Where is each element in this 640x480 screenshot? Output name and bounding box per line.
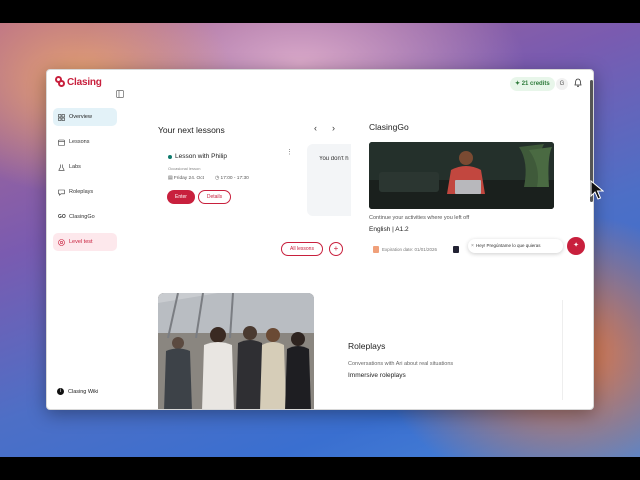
clasinggo-level: English | A1.2 bbox=[369, 226, 409, 233]
lesson-date-text: Friday 24. Oct bbox=[173, 176, 204, 181]
status-dot-icon bbox=[168, 154, 172, 159]
clasinggo-title: ClasingGo bbox=[369, 122, 409, 132]
app-logo[interactable]: Clasing bbox=[55, 76, 102, 88]
sidebar-item-label: ClasingGo bbox=[69, 214, 95, 220]
roleplays-image bbox=[158, 293, 314, 409]
sparkle-icon: ✦ bbox=[573, 242, 579, 249]
chat-launcher-button[interactable]: ✦ bbox=[567, 237, 585, 255]
info-icon: i bbox=[57, 388, 64, 395]
sidebar-item-label: Roleplays bbox=[69, 189, 94, 195]
sidebar-item-labs[interactable]: Labs bbox=[53, 158, 117, 176]
empty-lesson-text: You don't h bbox=[319, 156, 349, 162]
clasinggo-expiration: Expiration date: 01/01/2026 bbox=[373, 246, 437, 253]
sidebar-item-label: Labs bbox=[69, 164, 81, 170]
sidebar-item-label: Level test bbox=[69, 239, 93, 245]
logo-text: Clasing bbox=[67, 76, 102, 88]
calendar-icon bbox=[58, 139, 65, 146]
expiration-text: Expiration date: 01/01/2026 bbox=[382, 247, 438, 252]
chat-icon bbox=[58, 189, 65, 196]
sidebar-item-label: Overview bbox=[69, 114, 92, 120]
clasinggo-illustration bbox=[369, 142, 554, 209]
sidebar-item-label: Lessons bbox=[69, 139, 90, 145]
lesson-type: Occasional lesson bbox=[168, 166, 201, 171]
target-icon bbox=[58, 238, 65, 246]
next-lessons-title: Your next lessons bbox=[158, 125, 225, 135]
more-options-icon[interactable]: ⋮ bbox=[286, 148, 293, 156]
clasinggo-thumbnail[interactable] bbox=[369, 142, 554, 209]
sidebar: Overview Lessons Labs Roleplays GO Clasi… bbox=[53, 108, 117, 258]
letterbox-bottom bbox=[0, 457, 640, 480]
roleplays-title: Roleplays bbox=[348, 341, 386, 351]
prev-arrow-icon[interactable]: ‹ bbox=[314, 123, 317, 133]
credits-badge[interactable]: ✦ 21 credits bbox=[510, 77, 555, 91]
details-button[interactable]: Details bbox=[198, 190, 231, 204]
add-lesson-button[interactable]: + bbox=[329, 242, 343, 256]
lesson-date: ▤ Friday 24. Oct bbox=[168, 176, 204, 181]
sidebar-item-level-test[interactable]: Level test bbox=[53, 233, 117, 251]
chat-message: Hey! Pregúntame lo que quieras bbox=[476, 243, 541, 248]
book-dark-icon bbox=[453, 246, 459, 253]
mouse-cursor-icon bbox=[590, 180, 604, 200]
next-arrow-icon[interactable]: › bbox=[332, 123, 335, 133]
clasing-wiki-link[interactable]: i Clasing Wiki bbox=[57, 388, 98, 395]
wiki-label: Clasing Wiki bbox=[68, 388, 99, 395]
bell-icon[interactable] bbox=[573, 78, 583, 88]
lesson-name-text: Lesson with Philip bbox=[175, 153, 228, 160]
top-bar: Clasing ✦ 21 credits G bbox=[47, 70, 593, 98]
all-lessons-button[interactable]: All lessons bbox=[281, 242, 323, 256]
enter-button[interactable]: Enter bbox=[167, 190, 195, 204]
logo-mark-icon bbox=[55, 76, 65, 88]
grid-icon bbox=[58, 113, 65, 121]
sidebar-toggle-icon[interactable] bbox=[116, 90, 124, 98]
lesson-card: Lesson with Philip ⋮ Occasional lesson ▤… bbox=[160, 144, 298, 216]
lesson-time: ◷ 17:00 - 17:30 bbox=[215, 176, 249, 181]
roleplays-subtitle: Conversations with Ari about real situat… bbox=[348, 361, 454, 367]
clasinggo-continue-text: Continue your activities where you left … bbox=[369, 215, 470, 221]
go-icon: GO bbox=[58, 213, 66, 220]
letterbox-top bbox=[0, 0, 640, 23]
close-icon[interactable]: × bbox=[471, 239, 474, 253]
roleplays-link[interactable]: Immersive roleplays bbox=[348, 372, 406, 379]
browser-window: Clasing ✦ 21 credits G Overview Lessons … bbox=[46, 69, 594, 410]
sidebar-item-lessons[interactable]: Lessons bbox=[53, 133, 117, 151]
divider bbox=[562, 300, 563, 400]
roleplays-photo bbox=[158, 293, 314, 409]
lesson-time-text: 17:00 - 17:30 bbox=[220, 176, 249, 181]
sidebar-item-overview[interactable]: Overview bbox=[53, 108, 117, 126]
empty-lesson-card: You don't h bbox=[307, 144, 351, 216]
credits-label: 21 credits bbox=[521, 81, 550, 87]
lesson-name: Lesson with Philip bbox=[168, 153, 227, 160]
book-icon bbox=[373, 246, 379, 253]
chat-bubble[interactable]: × Hey! Pregúntame lo que quieras bbox=[468, 239, 563, 253]
flask-icon bbox=[58, 164, 65, 171]
sidebar-item-roleplays[interactable]: Roleplays bbox=[53, 183, 117, 201]
sidebar-item-clasinggo[interactable]: GO ClasingGo bbox=[53, 208, 117, 226]
user-avatar[interactable]: G bbox=[556, 78, 568, 90]
